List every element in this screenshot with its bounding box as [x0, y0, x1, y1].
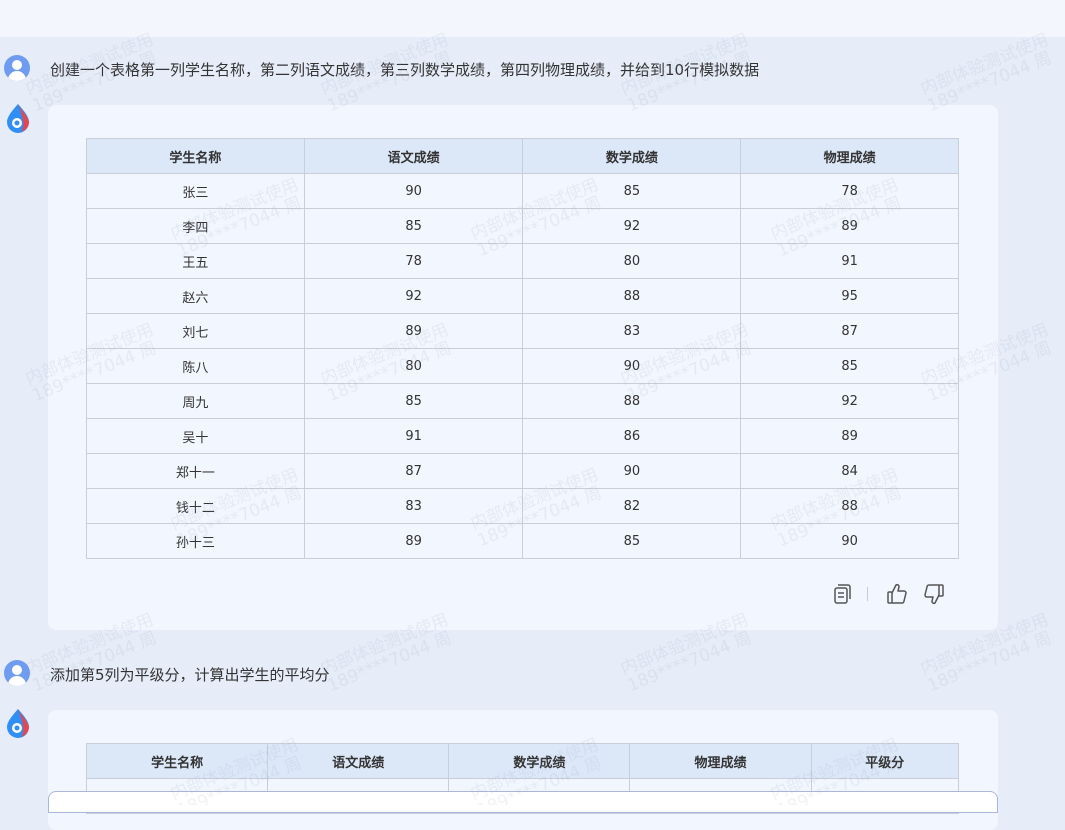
table-cell: 78	[303, 243, 524, 279]
table-cell: 85	[522, 523, 742, 559]
reply-actions	[828, 583, 948, 605]
table-cell: 90	[740, 523, 959, 559]
table-cell: 88	[522, 278, 742, 314]
assistant-logo-icon	[5, 103, 31, 133]
table-cell: 92	[522, 208, 742, 244]
table-cell: 88	[522, 383, 742, 419]
table-cell: 86	[522, 418, 742, 454]
table-header-row: 学生名称 语文成绩 数学成绩 物理成绩 平级分	[85, 743, 960, 779]
header-physics-score: 物理成绩	[740, 138, 959, 174]
table-cell: 92	[303, 278, 524, 314]
table-cell: 82	[522, 488, 742, 524]
assistant-reply-card-1: 学生名称 语文成绩 数学成绩 物理成绩 张三 90 85 78 李四 85 92 89 王五 78…	[48, 105, 998, 630]
table-cell: 89	[740, 418, 959, 454]
table-cell: 78	[740, 173, 959, 209]
table-cell: 90	[522, 453, 742, 489]
table-cell: 91	[303, 418, 524, 454]
table-cell: 刘七	[86, 313, 305, 349]
table-cell: 83	[303, 488, 524, 524]
table-row: 王五 78 80 91	[86, 243, 959, 279]
actions-divider	[867, 587, 868, 601]
table-cell: 90	[303, 173, 524, 209]
table-cell: 85	[522, 173, 742, 209]
watermark-text: 内部体验测试使用189****7044 周	[917, 29, 1055, 117]
table-row: 吴十 91 86 89	[86, 418, 959, 454]
table-row: 张三 90 85 78	[86, 173, 959, 209]
table-cell: 84	[740, 453, 959, 489]
header-physics-score: 物理成绩	[629, 743, 812, 779]
table-cell: 陈八	[86, 348, 305, 384]
table-row: 刘七 89 83 87	[86, 313, 959, 349]
table-cell: 85	[303, 383, 524, 419]
table-cell: 赵六	[86, 278, 305, 314]
header-average-score: 平级分	[810, 743, 960, 779]
table-row: 孙十三 89 85 90	[86, 523, 959, 559]
table-row: 周九 85 88 92	[86, 383, 959, 419]
header-student-name: 学生名称	[85, 743, 269, 779]
header-student-name: 学生名称	[86, 138, 305, 174]
table-cell: 王五	[86, 243, 305, 279]
top-bar	[0, 0, 1065, 37]
table-cell: 89	[303, 523, 524, 559]
table-cell: 95	[740, 278, 959, 314]
table-cell: 91	[740, 243, 959, 279]
table-cell: 80	[303, 348, 524, 384]
table-cell: 吴十	[86, 418, 305, 454]
table-cell: 83	[522, 313, 742, 349]
header-chinese-score: 语文成绩	[303, 138, 524, 174]
table-cell: 张三	[86, 173, 305, 209]
table-cell: 89	[303, 313, 524, 349]
table-row: 陈八 80 90 85	[86, 348, 959, 384]
table-cell: 郑十一	[86, 453, 305, 489]
table-row: 郑十一 87 90 84	[86, 453, 959, 489]
table-cell: 85	[303, 208, 524, 244]
chat-input-box[interactable]	[48, 791, 998, 813]
table-row: 赵六 92 88 95	[86, 278, 959, 314]
thumbs-down-icon[interactable]	[923, 583, 945, 605]
header-math-score: 数学成绩	[522, 138, 742, 174]
header-chinese-score: 语文成绩	[267, 743, 450, 779]
table-cell: 钱十二	[86, 488, 305, 524]
table-cell: 87	[303, 453, 524, 489]
table-cell: 孙十三	[86, 523, 305, 559]
table-cell: 周九	[86, 383, 305, 419]
table-row: 李四 85 92 89	[86, 208, 959, 244]
thumbs-up-icon[interactable]	[886, 583, 908, 605]
copy-icon[interactable]	[831, 583, 853, 605]
scores-table: 学生名称 语文成绩 数学成绩 物理成绩 张三 90 85 78 李四 85 92 89 王五 78…	[86, 138, 959, 559]
table-header-row: 学生名称 语文成绩 数学成绩 物理成绩	[86, 138, 959, 174]
user-avatar	[4, 660, 30, 686]
header-math-score: 数学成绩	[448, 743, 631, 779]
table-cell: 80	[522, 243, 742, 279]
assistant-logo-icon	[5, 708, 31, 738]
table-cell: 89	[740, 208, 959, 244]
table-cell: 88	[740, 488, 959, 524]
user-avatar	[4, 55, 30, 81]
table-cell: 87	[740, 313, 959, 349]
table-cell: 92	[740, 383, 959, 419]
user-message-2: 添加第5列为平级分，计算出学生的平均分	[50, 666, 330, 684]
table-cell: 90	[522, 348, 742, 384]
table-cell: 李四	[86, 208, 305, 244]
table-row: 钱十二 83 82 88	[86, 488, 959, 524]
table-cell: 85	[740, 348, 959, 384]
user-message-1: 创建一个表格第一列学生名称，第二列语文成绩，第三列数学成绩，第四列物理成绩，并给…	[50, 61, 760, 79]
